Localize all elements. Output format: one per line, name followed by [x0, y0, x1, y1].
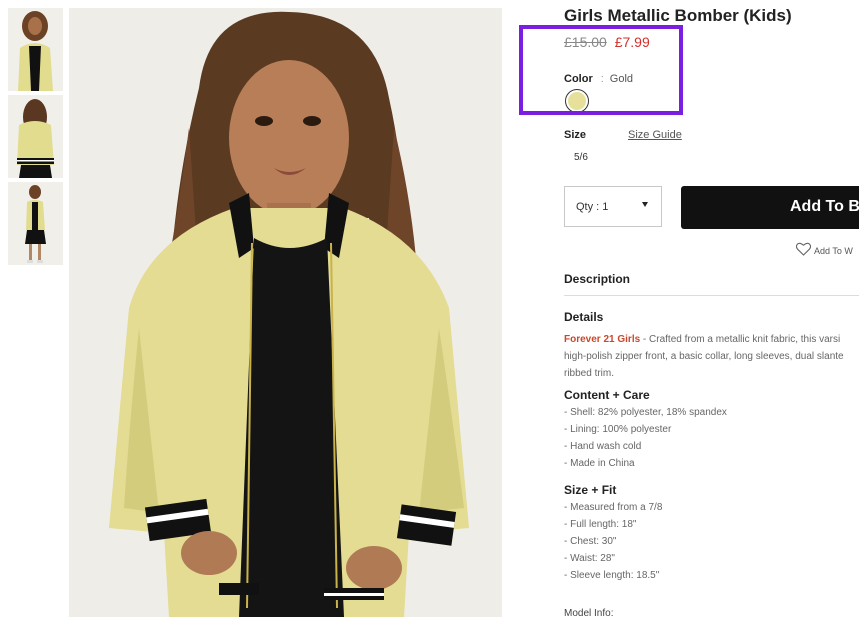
size-fit-heading: Size + Fit	[564, 483, 617, 497]
thumbnail-full[interactable]	[8, 182, 63, 265]
quantity-select[interactable]: Qty : 1	[564, 186, 662, 227]
size-guide-link[interactable]: Size Guide	[628, 129, 682, 141]
details-line-1-rest: - Crafted from a metallic knit fabric, t…	[640, 334, 841, 345]
details-line-1: Forever 21 Girls - Crafted from a metall…	[564, 332, 859, 349]
quantity-value: Qty : 1	[576, 201, 609, 213]
sale-price: £7.99	[614, 34, 650, 50]
main-product-image[interactable]	[69, 8, 502, 617]
details-line-3: ribbed trim.	[564, 368, 615, 379]
content-care-heading: Content + Care	[564, 388, 650, 402]
details-line-2: high-polish zipper front, a basic collar…	[564, 351, 844, 362]
model-info: Model Info:	[564, 608, 614, 617]
color-label: Color	[564, 73, 593, 85]
thumbnail-back[interactable]	[8, 95, 63, 178]
thumbnail-front[interactable]	[8, 8, 63, 91]
original-price: £15.00	[564, 34, 607, 50]
list-item: - Measured from a 7/8	[564, 502, 663, 513]
list-item: - Chest: 30"	[564, 536, 617, 547]
product-page: Girls Metallic Bomber (Kids) £15.00 £7.9…	[0, 0, 859, 617]
product-title: Girls Metallic Bomber (Kids)	[564, 6, 792, 25]
list-item: - Shell: 82% polyester, 18% spandex	[564, 407, 727, 418]
description-divider	[564, 295, 859, 296]
brand-name: Forever 21 Girls	[564, 334, 641, 345]
list-item: - Hand wash cold	[564, 441, 642, 452]
list-item: - Made in China	[564, 458, 635, 469]
wishlist-label: Add To W	[814, 246, 853, 256]
size-fit-list: - Measured from a 7/8 - Full length: 18"…	[564, 499, 662, 584]
add-to-bag-button[interactable]: Add To B	[681, 186, 859, 229]
thumbnail-strip	[8, 8, 63, 269]
size-option-5-6[interactable]: 5/6	[574, 152, 588, 163]
details-text: Forever 21 Girls - Crafted from a metall…	[564, 332, 859, 383]
content-care-list: - Shell: 82% polyester, 18% spandex - Li…	[564, 404, 727, 472]
product-info: Girls Metallic Bomber (Kids) £15.00 £7.9…	[564, 0, 859, 617]
size-label: Size	[564, 129, 587, 141]
details-heading: Details	[564, 310, 604, 324]
heart-icon	[796, 242, 811, 256]
color-separator: :	[600, 73, 604, 85]
description-tab[interactable]: Description	[564, 272, 630, 286]
add-to-bag-label: Add To B	[790, 198, 859, 215]
color-swatch-gold[interactable]	[565, 89, 589, 113]
list-item: - Full length: 18"	[564, 519, 637, 530]
product-photo	[69, 8, 502, 617]
color-row: Color: Gold	[564, 73, 633, 85]
caret-down-icon	[642, 202, 648, 207]
price-row: £15.00 £7.99	[564, 34, 650, 50]
list-item: - Lining: 100% polyester	[564, 424, 672, 435]
size-row: Size Size Guide	[564, 129, 682, 141]
list-item: - Waist: 28"	[564, 553, 615, 564]
color-value: Gold	[609, 73, 634, 85]
swatch-fill	[568, 92, 586, 110]
list-item: - Sleeve length: 18.5"	[564, 570, 660, 581]
